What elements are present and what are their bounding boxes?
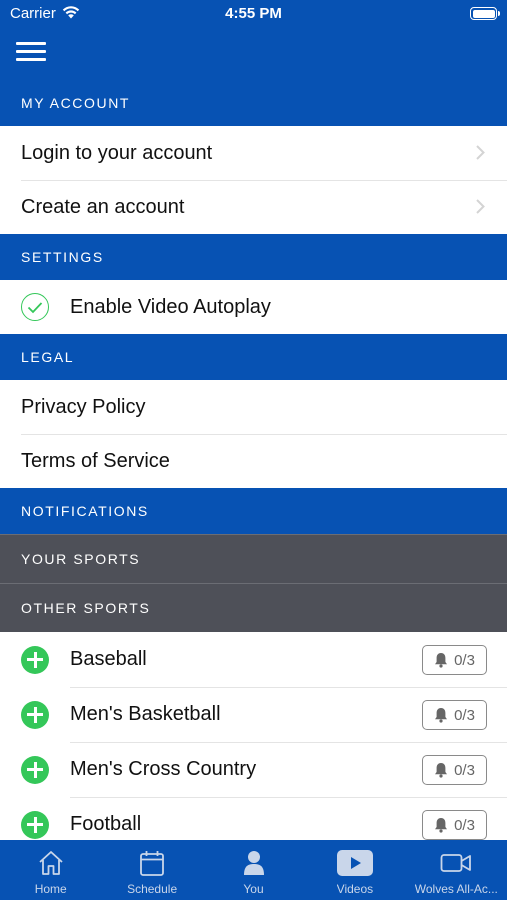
top-bar: Carrier 4:55 PM <box>0 0 507 80</box>
tab-label: Home <box>34 882 67 896</box>
notification-count-button[interactable]: 0/3 <box>422 645 487 675</box>
privacy-policy-row[interactable]: Privacy Policy <box>0 380 507 434</box>
section-header-other-sports: OTHER SPORTS <box>0 583 507 632</box>
terms-of-service-row[interactable]: Terms of Service <box>0 434 507 488</box>
settings-list[interactable]: MY ACCOUNT Login to your account Create … <box>0 80 507 840</box>
section-header-legal: LEGAL <box>0 334 507 380</box>
status-bar: Carrier 4:55 PM <box>0 0 507 28</box>
bell-icon <box>435 763 448 778</box>
add-circle-icon[interactable] <box>21 810 49 839</box>
sport-name: Football <box>70 813 142 835</box>
notification-count: 0/3 <box>454 761 475 779</box>
add-circle-icon[interactable] <box>21 755 49 784</box>
tab-label: You <box>243 882 264 896</box>
sport-row-baseball[interactable]: Baseball 0/3 <box>0 632 507 687</box>
tab-home[interactable]: Home <box>0 840 101 900</box>
video-camera-icon <box>440 854 472 872</box>
login-row[interactable]: Login to your account <box>0 126 507 180</box>
sport-row-football[interactable]: Football 0/3 <box>0 797 507 840</box>
sport-row-mens-cross-country[interactable]: Men's Cross Country 0/3 <box>0 742 507 797</box>
create-account-row[interactable]: Create an account <box>0 180 507 234</box>
tab-schedule[interactable]: Schedule <box>101 840 202 900</box>
add-circle-icon[interactable] <box>21 700 49 729</box>
chevron-right-icon <box>476 199 485 214</box>
tab-videos[interactable]: Videos <box>304 840 405 900</box>
privacy-policy-label: Privacy Policy <box>21 395 146 418</box>
notification-count: 0/3 <box>454 651 475 669</box>
play-icon <box>336 850 373 876</box>
add-circle-icon[interactable] <box>21 645 49 674</box>
autoplay-label: Enable Video Autoplay <box>70 295 271 318</box>
notification-count-button[interactable]: 0/3 <box>422 755 487 785</box>
section-header-my-account: MY ACCOUNT <box>0 80 507 126</box>
login-label: Login to your account <box>21 141 213 164</box>
tab-label: Videos <box>336 882 374 896</box>
calendar-icon <box>140 851 165 876</box>
tab-bar: Home Schedule You Videos Wolves All-Ac..… <box>0 840 507 900</box>
tab-wolves-all-access[interactable]: Wolves All-Ac... <box>406 840 507 900</box>
checkmark-circle-icon[interactable] <box>21 293 49 321</box>
tab-you[interactable]: You <box>203 840 304 900</box>
bell-icon <box>435 653 448 668</box>
hamburger-menu-button[interactable] <box>16 42 46 62</box>
section-header-notifications: NOTIFICATIONS <box>0 488 507 534</box>
bell-icon <box>435 708 448 723</box>
person-icon <box>243 851 264 875</box>
notification-count: 0/3 <box>454 706 475 724</box>
clock: 4:55 PM <box>225 5 282 22</box>
autoplay-toggle-row[interactable]: Enable Video Autoplay <box>0 280 507 334</box>
tab-label: Wolves All-Ac... <box>414 882 498 896</box>
terms-of-service-label: Terms of Service <box>21 449 170 472</box>
sport-name: Baseball <box>70 648 147 670</box>
notification-count-button[interactable]: 0/3 <box>422 700 487 730</box>
sport-name: Men's Basketball <box>70 703 221 725</box>
section-header-your-sports: YOUR SPORTS <box>0 534 507 583</box>
create-account-label: Create an account <box>21 195 185 218</box>
bell-icon <box>435 818 448 833</box>
notification-count: 0/3 <box>454 816 475 834</box>
notification-count-button[interactable]: 0/3 <box>422 810 487 840</box>
sport-row-mens-basketball[interactable]: Men's Basketball 0/3 <box>0 687 507 742</box>
battery-icon <box>470 7 500 20</box>
sport-name: Men's Cross Country <box>70 758 257 780</box>
home-icon <box>39 851 63 875</box>
tab-label: Schedule <box>127 882 178 896</box>
chevron-right-icon <box>476 145 485 160</box>
section-header-settings: SETTINGS <box>0 234 507 280</box>
